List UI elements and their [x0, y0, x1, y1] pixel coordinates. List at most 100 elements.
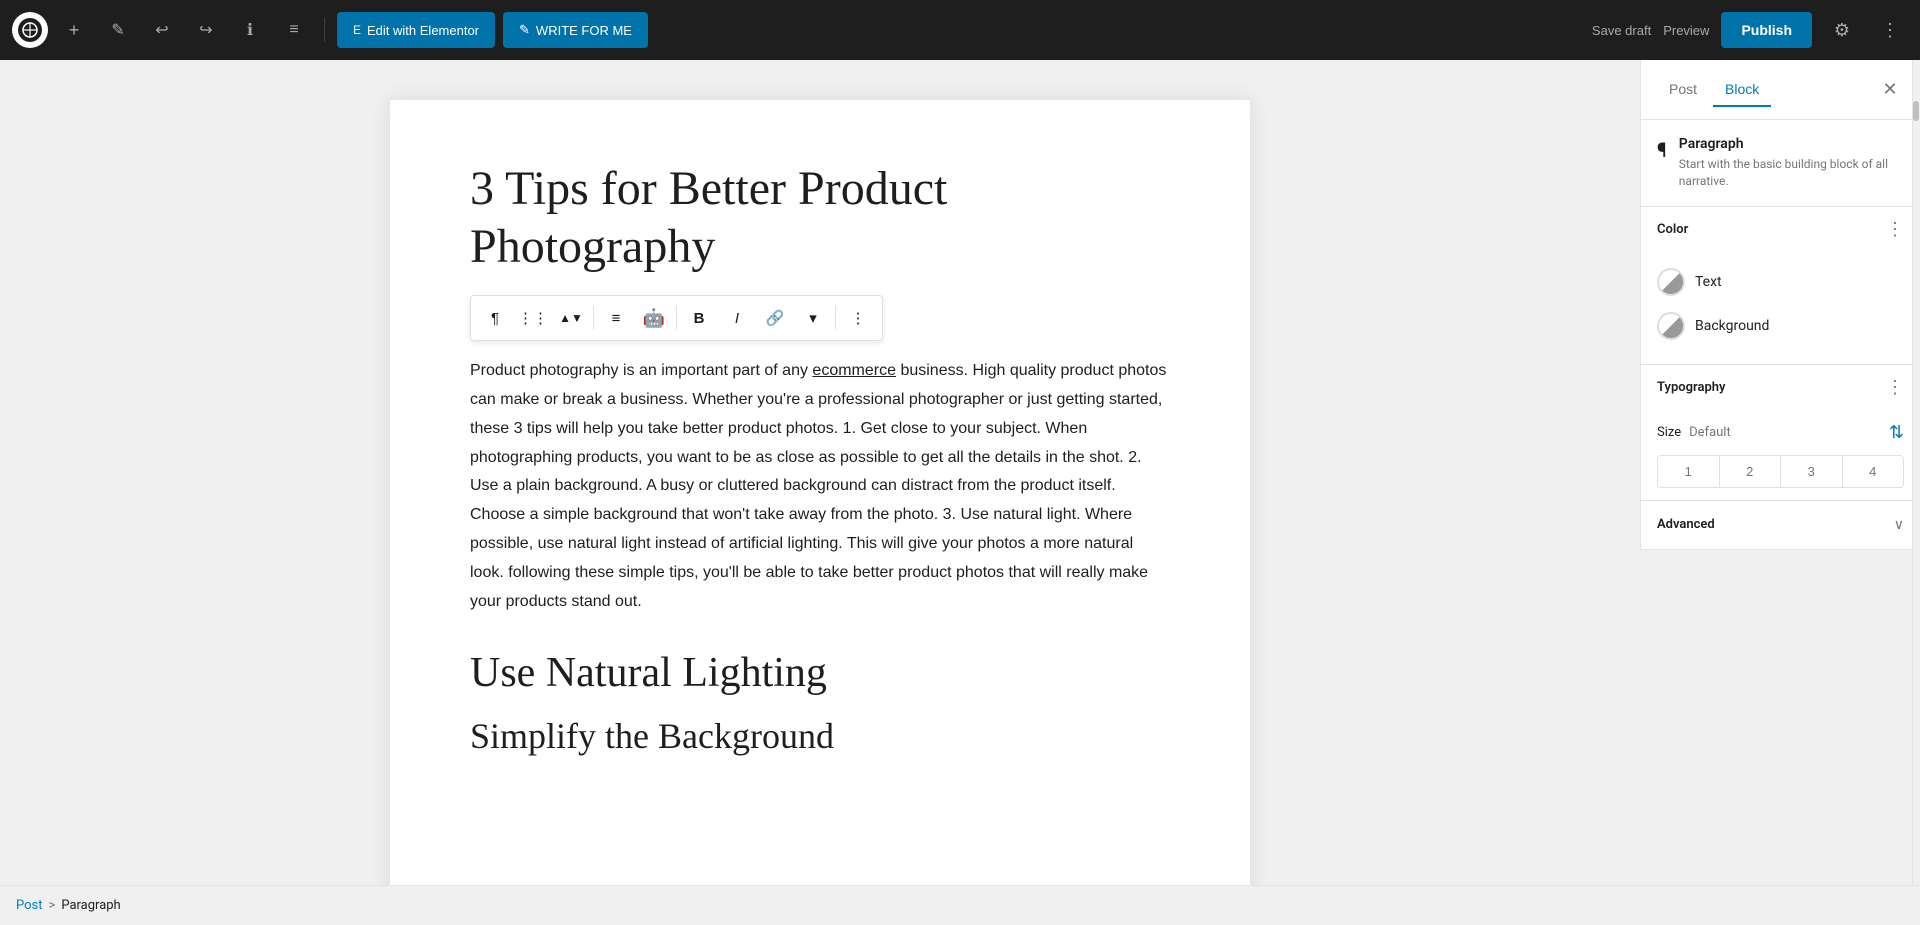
sidebar-tabs: Post Block	[1657, 73, 1771, 107]
typography-section: Typography ⋮ Size Default ⇅ 1 2 3 4	[1641, 365, 1920, 501]
editor-area[interactable]: 3 Tips for Better Product Photography ¶ …	[0, 60, 1640, 885]
ecommerce-link[interactable]: ecommerce	[812, 362, 896, 379]
breadcrumb-post-link[interactable]: Post	[16, 898, 43, 913]
typography-content: Size Default ⇅ 1 2 3 4	[1641, 410, 1920, 500]
align-button[interactable]: ≡	[598, 300, 634, 336]
toolbar-divider-3	[835, 306, 836, 330]
tab-block[interactable]: Block	[1713, 73, 1771, 107]
paragraph-icon: ¶	[491, 310, 499, 327]
list-view-button[interactable]: ≡	[276, 12, 312, 48]
move-button[interactable]: ▲▼	[553, 300, 589, 336]
write-for-me-button[interactable]: ✎ WRITE FOR ME	[503, 12, 648, 48]
background-color-circle	[1657, 312, 1685, 340]
section-subheading[interactable]: Simplify the Background	[470, 715, 1170, 758]
block-name: Paragraph	[1679, 136, 1904, 152]
save-draft-button[interactable]: Save draft	[1592, 23, 1651, 38]
block-info: ¶ Paragraph Start with the basic buildin…	[1641, 120, 1920, 207]
toolbar-divider-1	[593, 306, 594, 330]
settings-button[interactable]: ⚙	[1824, 12, 1860, 48]
inserter-button[interactable]: 🤖	[636, 300, 672, 336]
color-options: Text Background	[1641, 252, 1920, 364]
publish-button[interactable]: Publish	[1721, 12, 1812, 48]
edit-button[interactable]: ✎	[100, 12, 136, 48]
tab-post[interactable]: Post	[1657, 73, 1709, 107]
more-options-button[interactable]: ⋮	[1872, 12, 1908, 48]
advanced-section-header[interactable]: Advanced ∨	[1641, 501, 1920, 549]
text-color-circle	[1657, 268, 1685, 296]
topbar: + ✎ ↩ ↪ ℹ ≡ E Edit with Elementor ✎ WRIT…	[0, 0, 1920, 60]
font-size-4-button[interactable]: 4	[1843, 456, 1904, 487]
more-rich-text-button[interactable]: ▾	[795, 300, 831, 336]
color-more-button[interactable]: ⋮	[1886, 219, 1904, 240]
post-title[interactable]: 3 Tips for Better Product Photography	[470, 160, 1170, 275]
elementor-label: Edit with Elementor	[367, 23, 479, 38]
text-color-option[interactable]: Text	[1657, 260, 1904, 304]
bold-icon: B	[694, 310, 705, 327]
background-color-option[interactable]: Background	[1657, 304, 1904, 348]
block-options-icon: ⋮	[851, 309, 866, 327]
write-icon: ✎	[519, 22, 530, 38]
elementor-icon: E	[353, 23, 361, 37]
size-row: Size Default ⇅	[1657, 422, 1904, 443]
font-size-buttons: 1 2 3 4	[1657, 455, 1904, 488]
chevron-down-icon: ▾	[809, 309, 817, 327]
close-sidebar-button[interactable]: ✕	[1876, 76, 1904, 104]
write-label: WRITE FOR ME	[536, 23, 632, 38]
bold-button[interactable]: B	[681, 300, 717, 336]
typography-section-title: Typography	[1657, 380, 1726, 395]
size-label: Size	[1657, 425, 1681, 440]
breadcrumb-current: Paragraph	[61, 898, 120, 913]
size-adjust-button[interactable]: ⇅	[1889, 422, 1904, 443]
align-icon: ≡	[612, 310, 621, 327]
paragraph-block-icon: ¶	[1657, 138, 1667, 162]
advanced-section: Advanced ∨	[1641, 501, 1920, 550]
font-size-3-button[interactable]: 3	[1781, 456, 1843, 487]
editor-content: 3 Tips for Better Product Photography ¶ …	[390, 100, 1250, 885]
chevron-down-icon: ∨	[1894, 517, 1904, 533]
block-info-text: Paragraph Start with the basic building …	[1679, 136, 1904, 190]
topbar-divider	[324, 18, 325, 42]
post-body[interactable]: Product photography is an important part…	[470, 357, 1170, 616]
undo-button[interactable]: ↩	[144, 12, 180, 48]
move-icon: ▲▼	[559, 311, 583, 325]
toolbar-divider-2	[676, 306, 677, 330]
inserter-icon: 🤖	[643, 308, 665, 329]
typography-more-button[interactable]: ⋮	[1886, 377, 1904, 398]
edit-with-elementor-button[interactable]: E Edit with Elementor	[337, 12, 495, 48]
typography-section-header[interactable]: Typography ⋮	[1641, 365, 1920, 410]
right-sidebar: Post Block ✕ ¶ Paragraph Start with the …	[1640, 60, 1920, 550]
sidebar-wrapper: Post Block ✕ ¶ Paragraph Start with the …	[1640, 60, 1920, 885]
drag-icon: ⋮⋮	[518, 309, 548, 327]
add-button[interactable]: +	[56, 12, 92, 48]
link-button[interactable]: 🔗	[757, 300, 793, 336]
font-size-1-button[interactable]: 1	[1658, 456, 1720, 487]
block-toolbar: ¶ ⋮⋮ ▲▼ ≡ 🤖 B	[470, 295, 883, 341]
wp-logo-icon	[18, 18, 42, 42]
size-value: Default	[1689, 425, 1731, 440]
text-color-label: Text	[1695, 274, 1722, 290]
font-size-2-button[interactable]: 2	[1720, 456, 1782, 487]
block-options-button[interactable]: ⋮	[840, 300, 876, 336]
sidebar-scrollbar-thumb	[1913, 101, 1919, 121]
wp-logo	[12, 12, 48, 48]
color-section: Color ⋮ Text Background	[1641, 207, 1920, 365]
background-color-label: Background	[1695, 318, 1769, 334]
paragraph-type-button[interactable]: ¶	[477, 300, 513, 336]
main-layout: 3 Tips for Better Product Photography ¶ …	[0, 60, 1920, 885]
color-section-title: Color	[1657, 222, 1688, 237]
preview-button[interactable]: Preview	[1663, 23, 1709, 38]
breadcrumb-bar: Post > Paragraph	[0, 885, 1920, 925]
redo-button[interactable]: ↪	[188, 12, 224, 48]
drag-handle[interactable]: ⋮⋮	[515, 300, 551, 336]
sidebar-scrollbar[interactable]	[1912, 60, 1920, 885]
italic-icon: I	[735, 310, 739, 327]
info-button[interactable]: ℹ	[232, 12, 268, 48]
sidebar-header: Post Block ✕	[1641, 60, 1920, 120]
advanced-section-title: Advanced	[1657, 517, 1715, 532]
topbar-right: Save draft Preview Publish ⚙ ⋮	[1592, 12, 1908, 48]
section-heading[interactable]: Use Natural Lighting	[470, 648, 1170, 698]
block-description: Start with the basic building block of a…	[1679, 156, 1904, 190]
color-section-header[interactable]: Color ⋮	[1641, 207, 1920, 252]
italic-button[interactable]: I	[719, 300, 755, 336]
link-icon: 🔗	[766, 309, 785, 327]
